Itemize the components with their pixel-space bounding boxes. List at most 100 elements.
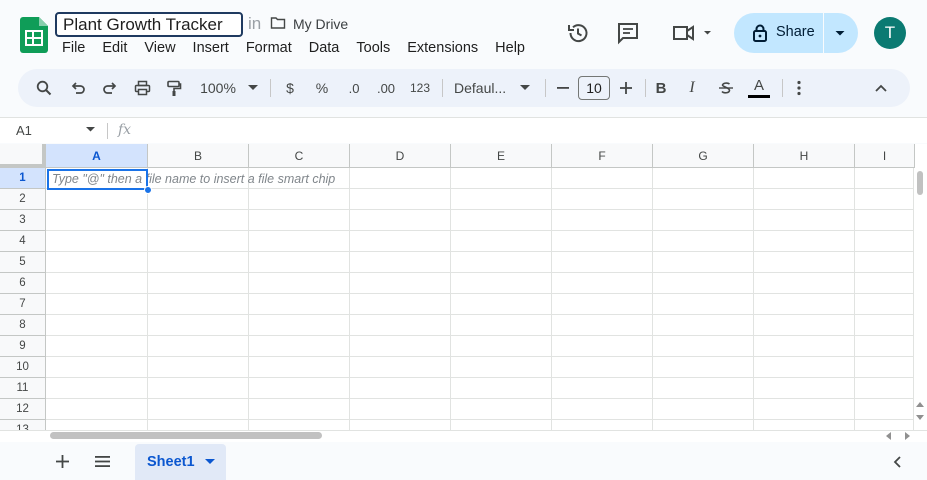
vertical-scrollbar[interactable] bbox=[917, 171, 923, 195]
strikethrough-icon[interactable] bbox=[716, 78, 736, 98]
menu-view[interactable]: View bbox=[144, 40, 175, 56]
italic-button[interactable]: I bbox=[685, 78, 699, 98]
column-header-d[interactable]: D bbox=[350, 144, 451, 168]
row-header-6[interactable]: 6 bbox=[0, 273, 46, 294]
row-header-5[interactable]: 5 bbox=[0, 252, 46, 273]
row-header-8[interactable]: 8 bbox=[0, 315, 46, 336]
vertical-scroll-track bbox=[913, 168, 927, 430]
gridline bbox=[46, 209, 913, 210]
row-header-13[interactable]: 13 bbox=[0, 420, 46, 430]
row-header-12[interactable]: 12 bbox=[0, 399, 46, 420]
horizontal-scrollbar[interactable] bbox=[50, 432, 322, 439]
gridline bbox=[652, 168, 653, 430]
scroll-left-icon[interactable] bbox=[886, 432, 892, 440]
text-color-letter: A bbox=[753, 77, 764, 94]
decrease-decimal-button[interactable]: .0 bbox=[344, 78, 364, 98]
fx-icon: fx bbox=[118, 122, 132, 138]
gridline bbox=[46, 230, 913, 231]
menu-extensions[interactable]: Extensions bbox=[407, 40, 478, 56]
column-header-b[interactable]: B bbox=[148, 144, 249, 168]
more-options-icon[interactable] bbox=[792, 78, 806, 98]
row-header-1[interactable]: 1 bbox=[0, 168, 46, 189]
formula-bar-separator bbox=[107, 123, 108, 139]
column-header-f[interactable]: F bbox=[552, 144, 653, 168]
drive-location-link[interactable]: My Drive bbox=[293, 16, 348, 32]
zoom-dropdown-icon[interactable] bbox=[247, 78, 259, 98]
row-header-7[interactable]: 7 bbox=[0, 294, 46, 315]
scroll-down-icon[interactable] bbox=[916, 415, 924, 421]
font-size-input[interactable]: 10 bbox=[578, 76, 610, 100]
row-header-2[interactable]: 2 bbox=[0, 189, 46, 210]
folder-icon[interactable] bbox=[270, 15, 286, 31]
row-header-10[interactable]: 10 bbox=[0, 357, 46, 378]
paint-format-icon[interactable] bbox=[164, 78, 184, 98]
menu-edit[interactable]: Edit bbox=[102, 40, 127, 56]
column-header-h[interactable]: H bbox=[754, 144, 855, 168]
menu-file[interactable]: File bbox=[62, 40, 85, 56]
row-header-3[interactable]: 3 bbox=[0, 210, 46, 231]
document-title-input[interactable]: Plant Growth Tracker bbox=[55, 12, 243, 37]
bold-button[interactable]: B bbox=[654, 78, 668, 98]
all-sheets-icon[interactable] bbox=[95, 456, 110, 467]
increase-font-size-icon[interactable] bbox=[619, 78, 633, 98]
gridline bbox=[248, 168, 249, 430]
explore-collapse-icon[interactable] bbox=[893, 456, 901, 468]
scroll-up-icon[interactable] bbox=[916, 401, 924, 407]
gridline bbox=[551, 168, 552, 430]
gridline bbox=[450, 168, 451, 430]
name-box[interactable]: A1 bbox=[16, 123, 32, 138]
undo-icon[interactable] bbox=[68, 78, 88, 98]
row-header-11[interactable]: 11 bbox=[0, 378, 46, 399]
gridline bbox=[46, 314, 913, 315]
toolbar: 100% $ % .0 .00 123 Defaul... B I A bbox=[18, 69, 910, 107]
column-header-g[interactable]: G bbox=[653, 144, 754, 168]
history-icon[interactable] bbox=[566, 21, 590, 45]
print-icon[interactable] bbox=[132, 78, 152, 98]
sheet-tab-sheet1[interactable]: Sheet1 bbox=[135, 444, 226, 480]
share-label: Share bbox=[776, 24, 815, 40]
increase-decimal-button[interactable]: .00 bbox=[374, 78, 398, 98]
lock-icon bbox=[753, 24, 767, 42]
column-header-e[interactable]: E bbox=[451, 144, 552, 168]
add-sheet-icon[interactable] bbox=[56, 455, 69, 468]
menu-help[interactable]: Help bbox=[495, 40, 525, 56]
menu-format[interactable]: Format bbox=[246, 40, 292, 56]
location-prefix: in bbox=[248, 14, 262, 33]
share-dropdown-icon[interactable] bbox=[832, 25, 848, 41]
active-cell-a1[interactable] bbox=[47, 169, 148, 190]
column-header-i[interactable]: I bbox=[855, 144, 915, 168]
select-all-corner[interactable] bbox=[0, 144, 46, 168]
sheet-tab-dropdown-icon[interactable] bbox=[205, 459, 215, 465]
number-format-button[interactable]: 123 bbox=[408, 78, 432, 98]
account-avatar[interactable]: T bbox=[874, 17, 906, 49]
column-header-a[interactable]: A bbox=[46, 144, 148, 168]
sheet-tab-label: Sheet1 bbox=[147, 454, 195, 470]
menu-insert[interactable]: Insert bbox=[193, 40, 229, 56]
row-header-4[interactable]: 4 bbox=[0, 231, 46, 252]
column-header-c[interactable]: C bbox=[249, 144, 350, 168]
menu-tools[interactable]: Tools bbox=[356, 40, 390, 56]
fill-handle[interactable] bbox=[144, 186, 152, 194]
scroll-right-icon[interactable] bbox=[905, 432, 911, 440]
gridline bbox=[46, 398, 913, 399]
zoom-select-value[interactable]: 100% bbox=[198, 78, 238, 98]
currency-format-button[interactable]: $ bbox=[282, 78, 298, 98]
decrease-font-size-icon[interactable] bbox=[556, 78, 570, 98]
toolbar-separator bbox=[270, 79, 271, 97]
search-menus-icon[interactable] bbox=[34, 78, 54, 98]
collapse-menus-icon[interactable] bbox=[874, 78, 888, 98]
spreadsheet-grid[interactable]: A B C D E F G H I 1 2 3 4 5 6 7 8 9 10 11 12 13 Type "@" then … bbox=[0, 144, 927, 430]
redo-icon[interactable] bbox=[100, 78, 120, 98]
row-header-9[interactable]: 9 bbox=[0, 336, 46, 357]
sheets-logo[interactable] bbox=[20, 17, 48, 53]
share-button[interactable]: Share bbox=[734, 13, 824, 53]
font-family-select[interactable]: Defaul... bbox=[454, 78, 514, 98]
name-box-dropdown-icon[interactable] bbox=[86, 127, 95, 132]
menu-data[interactable]: Data bbox=[309, 40, 340, 56]
comment-icon[interactable] bbox=[616, 21, 640, 45]
text-color-button[interactable]: A bbox=[748, 78, 770, 98]
percent-format-button[interactable]: % bbox=[314, 78, 330, 98]
video-call-icon[interactable] bbox=[672, 21, 716, 45]
font-dropdown-icon[interactable] bbox=[519, 78, 531, 98]
text-color-swatch bbox=[748, 95, 770, 98]
